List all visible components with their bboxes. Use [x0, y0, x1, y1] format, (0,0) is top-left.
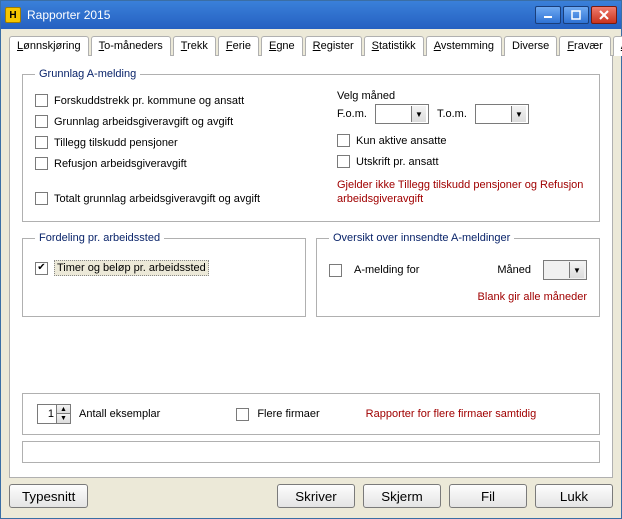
group-fordeling-legend: Fordeling pr. arbeidssted	[35, 232, 164, 244]
spinner-down-icon[interactable]: ▼	[57, 414, 70, 423]
chk-utskrift-ansatt[interactable]	[337, 155, 350, 168]
chk-totalt-grunnlag-label[interactable]: Totalt grunnlag arbeidsgiveravgift og av…	[54, 193, 260, 205]
fom-label: F.o.m.	[337, 108, 367, 120]
skriver-button[interactable]: Skriver	[277, 484, 355, 508]
tom-label: T.o.m.	[437, 108, 467, 120]
chevron-down-icon: ▼	[569, 262, 584, 278]
chk-flere-firmaer[interactable]	[236, 408, 249, 421]
tab-diverse[interactable]: Diverse	[504, 36, 557, 56]
fil-button[interactable]: Fil	[449, 484, 527, 508]
chevron-down-icon: ▼	[411, 106, 426, 122]
chk-grunnlag-avgift-label[interactable]: Grunnlag arbeidsgiveravgift og avgift	[54, 116, 233, 128]
group-oversikt: Oversikt over innsendte A-meldinger A-me…	[316, 232, 600, 317]
chk-kun-aktive-label[interactable]: Kun aktive ansatte	[356, 135, 447, 147]
chk-amelding-for[interactable]	[329, 264, 342, 277]
group-grunnlag-legend: Grunnlag A-melding	[35, 68, 140, 80]
titlebar: H Rapporter 2015	[1, 1, 621, 29]
tabs: LønnskjøringTo-månedersTrekkFerieEgneReg…	[1, 29, 621, 55]
window-controls	[535, 6, 617, 24]
copies-note: Rapporter for flere firmaer samtidig	[366, 407, 537, 421]
copies-spinner[interactable]: ▲ ▼	[37, 404, 71, 424]
chk-flere-firmaer-label[interactable]: Flere firmaer	[257, 408, 319, 420]
status-bar	[22, 441, 600, 463]
tab-egne[interactable]: Egne	[261, 36, 303, 56]
chk-refusjon-label[interactable]: Refusjon arbeidsgiveravgift	[54, 158, 187, 170]
tab-content-a-melding: Grunnlag A-melding Forskuddstrekk pr. ko…	[9, 55, 613, 478]
maximize-icon	[571, 10, 581, 20]
tab-a-melding[interactable]: A-melding	[613, 36, 622, 56]
copies-label: Antall eksemplar	[79, 408, 160, 420]
group-oversikt-legend: Oversikt over innsendte A-meldinger	[329, 232, 514, 244]
chk-utskrift-ansatt-label[interactable]: Utskrift pr. ansatt	[356, 156, 439, 168]
tab-avstemming[interactable]: Avstemming	[426, 36, 502, 56]
tab-lønnskjøring[interactable]: Lønnskjøring	[9, 36, 89, 56]
chk-timer-belop-label[interactable]: Timer og beløp pr. arbeidssted	[54, 260, 209, 276]
tab-statistikk[interactable]: Statistikk	[364, 36, 424, 56]
copies-input[interactable]	[38, 405, 56, 423]
tom-dropdown[interactable]: ▼	[475, 104, 529, 124]
chk-forskuddstrekk[interactable]	[35, 94, 48, 107]
tab-fravær[interactable]: Fravær	[559, 36, 610, 56]
chk-forskuddstrekk-label[interactable]: Forskuddstrekk pr. kommune og ansatt	[54, 95, 244, 107]
tab-to-måneders[interactable]: To-måneders	[91, 36, 171, 56]
chk-grunnlag-avgift[interactable]	[35, 115, 48, 128]
chevron-down-icon: ▼	[511, 106, 526, 122]
app-icon: H	[5, 7, 21, 23]
minimize-button[interactable]	[535, 6, 561, 24]
group-grunnlag: Grunnlag A-melding Forskuddstrekk pr. ko…	[22, 68, 600, 222]
fom-dropdown[interactable]: ▼	[375, 104, 429, 124]
chk-totalt-grunnlag[interactable]	[35, 192, 48, 205]
chk-refusjon[interactable]	[35, 157, 48, 170]
skjerm-button[interactable]: Skjerm	[363, 484, 441, 508]
tab-ferie[interactable]: Ferie	[218, 36, 259, 56]
close-icon	[599, 10, 609, 20]
tab-trekk[interactable]: Trekk	[173, 36, 216, 56]
chk-kun-aktive[interactable]	[337, 134, 350, 147]
copies-bar: ▲ ▼ Antall eksemplar Flere firmaer Rappo…	[22, 393, 600, 435]
chk-tillegg-pensjoner-label[interactable]: Tillegg tilskudd pensjoner	[54, 137, 178, 149]
velg-maned-label: Velg måned	[337, 90, 587, 102]
typesnitt-button[interactable]: Typesnitt	[9, 484, 88, 508]
spinner-up-icon[interactable]: ▲	[57, 405, 70, 414]
group-fordeling: Fordeling pr. arbeidssted Timer og beløp…	[22, 232, 306, 317]
close-button[interactable]	[591, 6, 617, 24]
chk-timer-belop[interactable]	[35, 262, 48, 275]
maximize-button[interactable]	[563, 6, 589, 24]
window-title: Rapporter 2015	[27, 8, 110, 22]
maned-dropdown[interactable]: ▼	[543, 260, 587, 280]
lukk-button[interactable]: Lukk	[535, 484, 613, 508]
chk-amelding-for-label[interactable]: A-melding for	[354, 264, 419, 276]
footer-buttons: Typesnitt Skriver Skjerm Fil Lukk	[1, 484, 621, 518]
maned-label: Måned	[497, 264, 531, 276]
grunnlag-note: Gjelder ikke Tillegg tilskudd pensjoner …	[337, 178, 587, 207]
oversikt-note: Blank gir alle måneder	[329, 290, 587, 304]
minimize-icon	[543, 10, 553, 20]
chk-tillegg-pensjoner[interactable]	[35, 136, 48, 149]
app-window: H Rapporter 2015 LønnskjøringTo-måneders…	[0, 0, 622, 519]
tab-register[interactable]: Register	[305, 36, 362, 56]
